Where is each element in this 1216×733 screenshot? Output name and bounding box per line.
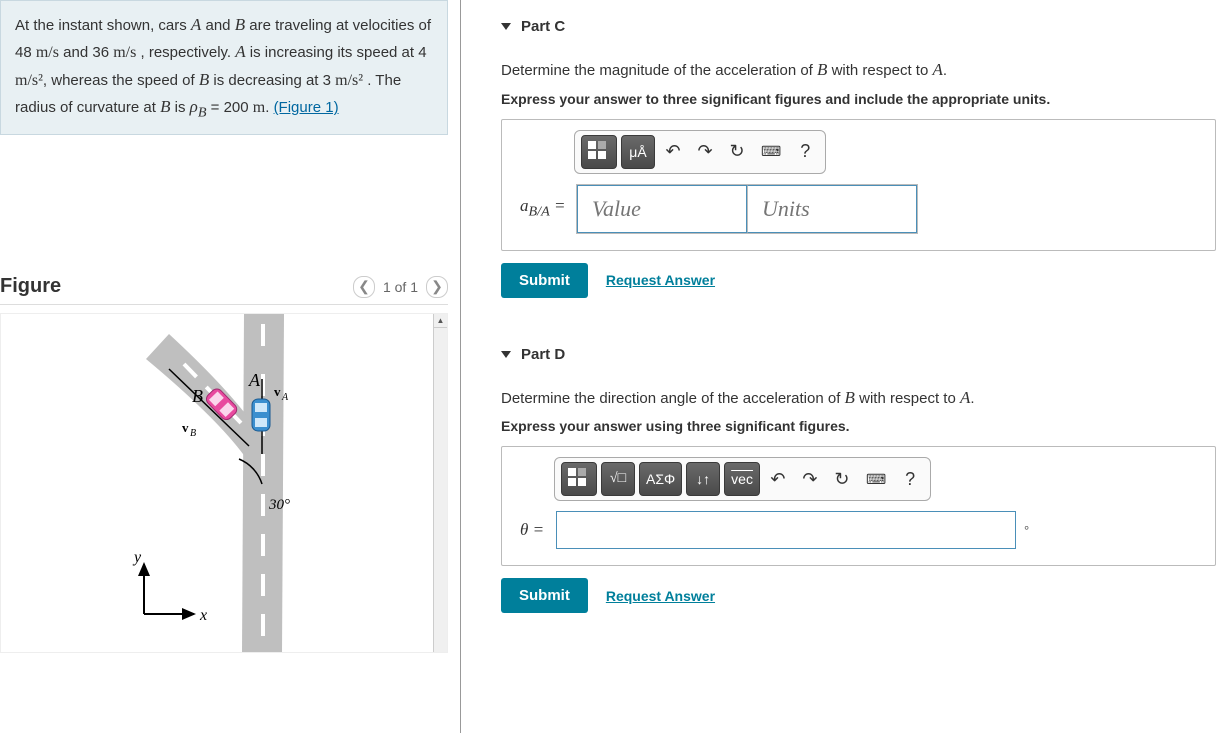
text: = 200 <box>206 99 252 116</box>
keyboard-icon[interactable]: ⌨ <box>755 135 787 169</box>
redo-icon[interactable]: ↷ <box>796 462 824 496</box>
part-c-hint: Express your answer to three significant… <box>501 91 1216 107</box>
degree-suffix: ° <box>1024 523 1029 538</box>
subscript-icon[interactable]: ↓↑ <box>686 462 720 496</box>
figure-illustration: 30° A v A <box>74 314 374 653</box>
part-c-question: Determine the magnitude of the accelerat… <box>501 57 1216 83</box>
undo-icon[interactable]: ↶ <box>659 135 687 169</box>
text: , respectively. <box>136 44 235 61</box>
unit: m/s² <box>15 72 43 89</box>
part-d-toolbar: √□ ΑΣΦ ↓↑ vec ↶ ↷ ↻ ⌨ ? <box>554 457 931 501</box>
text: and <box>201 17 234 34</box>
part-d-input-row: θ = ° <box>520 511 1203 549</box>
greek-button[interactable]: ΑΣΦ <box>639 462 682 496</box>
radical-icon[interactable]: √□ <box>601 462 635 496</box>
figure-section: Figure ❮ 1 of 1 ❯ ▲ 30° <box>0 275 448 653</box>
var-B: B <box>160 97 170 116</box>
pager-label: 1 of 1 <box>383 279 418 295</box>
svg-text:x: x <box>199 607 207 624</box>
part-c-title: Part C <box>521 18 565 35</box>
text: is decreasing at 3 <box>209 72 335 89</box>
text: is <box>170 99 189 116</box>
right-pane: Part C Determine the magnitude of the ac… <box>460 0 1216 733</box>
scrollbar[interactable] <box>433 328 447 652</box>
next-figure-button[interactable]: ❯ <box>426 276 448 298</box>
part-c-header[interactable]: Part C <box>501 10 1216 43</box>
figure-header: Figure ❮ 1 of 1 ❯ <box>0 275 448 305</box>
units-input[interactable] <box>747 185 917 233</box>
templates-icon[interactable] <box>581 135 617 169</box>
part-d-hint: Express your answer using three signific… <box>501 418 1216 434</box>
part-d-header[interactable]: Part D <box>501 338 1216 371</box>
part-d-title: Part D <box>521 346 565 363</box>
undo-icon[interactable]: ↶ <box>764 462 792 496</box>
part-c-input-row: aB/A = <box>520 184 1203 234</box>
part-d-answer-box: √□ ΑΣΦ ↓↑ vec ↶ ↷ ↻ ⌨ ? θ = ° <box>501 446 1216 566</box>
figure-pager: ❮ 1 of 1 ❯ <box>353 276 448 298</box>
redo-icon[interactable]: ↷ <box>691 135 719 169</box>
part-c-actions: Submit Request Answer <box>501 263 1216 298</box>
prev-figure-button[interactable]: ❮ <box>353 276 375 298</box>
unit: m/s <box>36 44 59 61</box>
figure-title: Figure <box>0 275 61 298</box>
figure-link[interactable]: (Figure 1) <box>274 99 339 116</box>
scroll-up-icon[interactable]: ▲ <box>433 314 447 328</box>
vector-button[interactable]: vec <box>724 462 760 496</box>
part-c-block: Part C Determine the magnitude of the ac… <box>501 10 1216 298</box>
caret-down-icon <box>501 351 511 358</box>
unit: m/s² <box>335 72 363 89</box>
submit-button[interactable]: Submit <box>501 578 588 613</box>
theta-input[interactable] <box>556 511 1016 549</box>
part-c-variable: aB/A = <box>520 196 568 220</box>
reset-icon[interactable]: ↻ <box>723 135 751 169</box>
text: is increasing its speed at 4 <box>246 44 427 61</box>
text: . <box>265 99 273 116</box>
svg-text:v: v <box>182 420 189 435</box>
caret-down-icon <box>501 23 511 30</box>
var-B: B <box>199 70 209 89</box>
submit-button[interactable]: Submit <box>501 263 588 298</box>
part-c-toolbar: μÅ ↶ ↷ ↻ ⌨ ? <box>574 130 826 174</box>
part-d-question: Determine the direction angle of the acc… <box>501 385 1216 411</box>
svg-text:v: v <box>274 384 281 399</box>
var-rho: ρB <box>190 97 207 116</box>
left-pane: At the instant shown, cars A and B are t… <box>0 0 460 733</box>
figure-container: ▲ 30° <box>0 313 448 653</box>
part-c-answer-box: μÅ ↶ ↷ ↻ ⌨ ? aB/A = <box>501 119 1216 251</box>
text: At the instant shown, cars <box>15 17 191 34</box>
part-d-actions: Submit Request Answer <box>501 578 1216 613</box>
svg-text:B: B <box>190 428 196 439</box>
svg-text:y: y <box>132 549 142 566</box>
value-input[interactable] <box>577 185 747 233</box>
svg-text:B: B <box>192 386 203 406</box>
help-icon[interactable]: ? <box>896 462 924 496</box>
problem-statement: At the instant shown, cars A and B are t… <box>0 0 448 135</box>
unit: m/s <box>113 44 136 61</box>
templates-icon[interactable] <box>561 462 597 496</box>
request-answer-link[interactable]: Request Answer <box>606 588 715 604</box>
text: , whereas the speed of <box>43 72 199 89</box>
var-A: A <box>191 15 201 34</box>
request-answer-link[interactable]: Request Answer <box>606 272 715 288</box>
text: and 36 <box>59 44 113 61</box>
svg-text:A: A <box>281 392 289 403</box>
special-chars-button[interactable]: μÅ <box>621 135 655 169</box>
var-B: B <box>235 15 245 34</box>
part-d-variable: θ = <box>520 520 548 540</box>
reset-icon[interactable]: ↻ <box>828 462 856 496</box>
unit: m <box>253 99 265 116</box>
svg-text:30°: 30° <box>268 497 290 513</box>
var-A: A <box>235 42 245 61</box>
keyboard-icon[interactable]: ⌨ <box>860 462 892 496</box>
part-d-block: Part D Determine the direction angle of … <box>501 338 1216 614</box>
help-icon[interactable]: ? <box>791 135 819 169</box>
svg-text:A: A <box>248 370 261 390</box>
